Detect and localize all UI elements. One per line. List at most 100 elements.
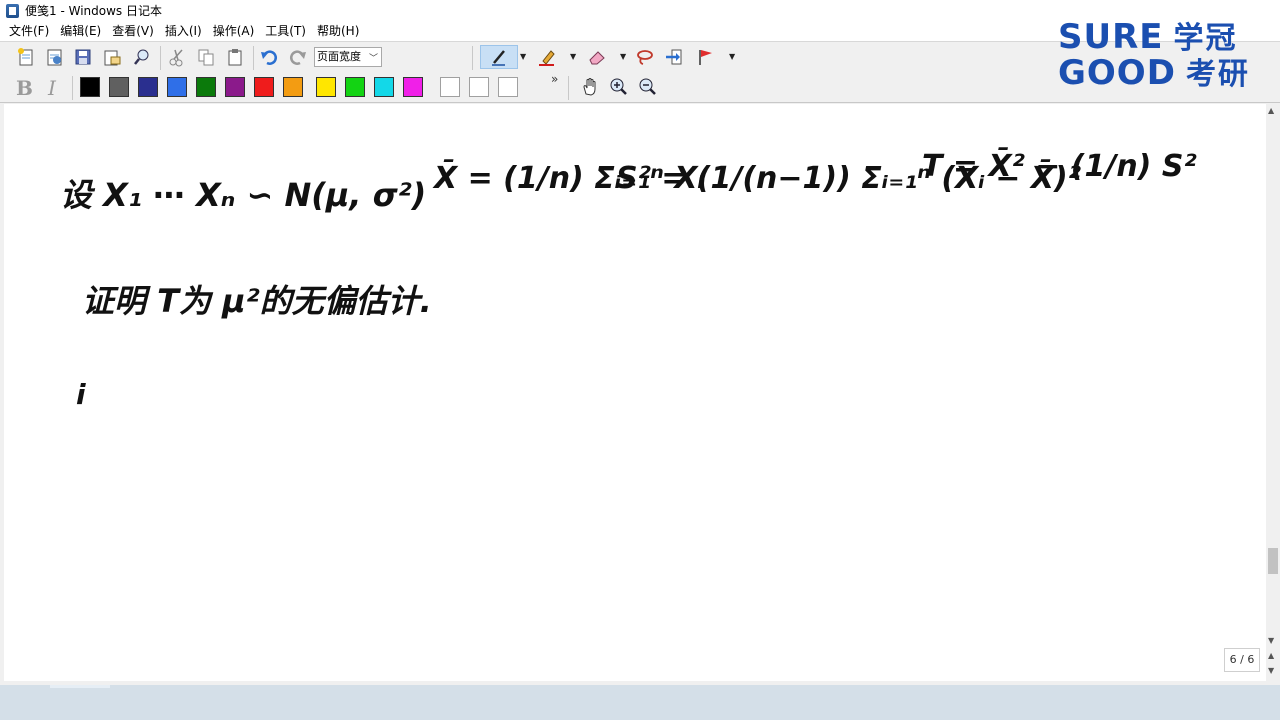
- toolbar-separator: [253, 46, 254, 70]
- email-send-icon: [104, 50, 121, 66]
- color-swatch[interactable]: [254, 77, 274, 97]
- color-swatch[interactable]: [196, 77, 216, 97]
- chevron-down-icon: ﹀: [368, 54, 378, 64]
- logo-text-good: GOOD: [1058, 53, 1176, 93]
- menu-view[interactable]: 查看(V): [107, 21, 160, 41]
- new-note-button[interactable]: [14, 45, 38, 69]
- color-swatch[interactable]: [316, 77, 336, 97]
- journal-app-icon: [6, 3, 19, 18]
- color-swatch[interactable]: [225, 77, 245, 97]
- page-up-arrow-icon[interactable]: ▲: [1268, 651, 1274, 660]
- color-swatch[interactable]: [345, 77, 365, 97]
- logo-text-kaoyan: 考研: [1185, 57, 1250, 92]
- flag-button[interactable]: [694, 45, 718, 69]
- red-flag-icon: [699, 50, 712, 65]
- menu-help[interactable]: 帮助(H): [312, 21, 365, 41]
- color-swatch[interactable]: [283, 77, 303, 97]
- pen-button[interactable]: [480, 45, 518, 69]
- hand-icon: [583, 78, 596, 96]
- menu-tools[interactable]: 工具(T): [260, 21, 312, 41]
- more-overflow-button[interactable]: »: [551, 72, 558, 86]
- send-email-button[interactable]: [100, 45, 124, 69]
- scissors-icon: [169, 49, 183, 67]
- color-swatch[interactable]: [109, 77, 129, 97]
- window-title: 便笺1 - Windows 日记本: [25, 4, 162, 18]
- sure-good-logo: SURE 学冠 GOOD 考研: [1058, 18, 1258, 93]
- highlighter-button[interactable]: [535, 45, 559, 69]
- magnifier-icon: [134, 49, 149, 65]
- empty-color-swatch[interactable]: [440, 77, 460, 97]
- toolbar-separator: [72, 76, 73, 100]
- logo-text-sure: SURE: [1058, 17, 1164, 57]
- menu-actions[interactable]: 操作(A): [208, 21, 261, 41]
- zoom-in-button[interactable]: [606, 75, 630, 99]
- clipboard-icon: [228, 49, 242, 66]
- eraser-icon: [589, 51, 605, 65]
- save-button[interactable]: [71, 45, 95, 69]
- zoom-out-button[interactable]: [635, 75, 659, 99]
- open-button[interactable]: [43, 45, 67, 69]
- empty-color-swatch[interactable]: [469, 77, 489, 97]
- copy-button[interactable]: [194, 45, 218, 69]
- scroll-down-arrow-icon[interactable]: ▼: [1268, 636, 1274, 645]
- color-swatch[interactable]: [138, 77, 158, 97]
- logo-text-xueguan: 学冠: [1173, 21, 1238, 56]
- color-swatch[interactable]: [80, 77, 100, 97]
- scroll-thumb[interactable]: [1268, 548, 1278, 574]
- eraser-dropdown-arrow[interactable]: ▼: [620, 52, 626, 61]
- color-swatch[interactable]: [167, 77, 187, 97]
- floppy-disk-icon: [75, 49, 91, 65]
- insert-space-icon: [666, 49, 682, 65]
- paste-button[interactable]: [223, 45, 247, 69]
- vertical-scrollbar[interactable]: ▲ ▼ ▲ ▼: [1266, 104, 1280, 681]
- find-button[interactable]: [130, 45, 154, 69]
- new-note-icon: [18, 48, 33, 66]
- page-indicator: 6 / 6: [1224, 648, 1260, 672]
- eraser-button[interactable]: [585, 45, 609, 69]
- insert-space-button[interactable]: [662, 45, 686, 69]
- italic-button[interactable]: I: [48, 76, 56, 100]
- page-width-value: 页面宽度: [317, 50, 361, 63]
- undo-button[interactable]: [257, 45, 281, 69]
- bold-button[interactable]: B: [16, 76, 33, 100]
- handwriting-ink-layer: 设 X₁ ⋯ Xₙ ∽ N(μ, σ²) X̄ = (1/n) Σᵢ₌₁ⁿ Xᵢ…: [60, 147, 1197, 411]
- logo-line-1: SURE 学冠: [1058, 20, 1238, 56]
- color-swatch[interactable]: [374, 77, 394, 97]
- copy-icon: [198, 49, 214, 66]
- cut-button[interactable]: [165, 45, 189, 69]
- journal-window: 便笺1 - Windows 日记本 文件(F) 编辑(E) 查看(V) 插入(I…: [0, 0, 1280, 685]
- zoom-in-icon: [610, 78, 627, 95]
- toolbar-separator: [160, 46, 161, 70]
- taskbar-fragment: [50, 685, 110, 688]
- redo-button[interactable]: [286, 45, 310, 69]
- ink-t-formula: T = X̄² − (1/n) S²: [922, 147, 1197, 184]
- menu-insert[interactable]: 插入(I): [160, 21, 208, 41]
- undo-icon: [261, 50, 277, 65]
- ink-line-2: 证明 T为 μ²的无偏估计.: [82, 282, 432, 320]
- pan-hand-button[interactable]: [578, 75, 602, 99]
- ink-line-1: 设 X₁ ⋯ Xₙ ∽ N(μ, σ²): [60, 176, 426, 214]
- pen-icon: [492, 50, 505, 66]
- zoom-out-icon: [639, 78, 656, 95]
- page-width-select[interactable]: 页面宽度 ﹀: [314, 47, 382, 67]
- ink-line-3: i: [76, 378, 86, 411]
- pen-dropdown-arrow[interactable]: ▼: [520, 52, 526, 61]
- page-down-arrow-icon[interactable]: ▼: [1268, 666, 1274, 675]
- menu-edit[interactable]: 编辑(E): [55, 21, 107, 41]
- lasso-select-button[interactable]: [633, 45, 657, 69]
- highlighter-icon: [539, 50, 555, 66]
- redo-icon: [290, 50, 306, 65]
- color-swatch[interactable]: [403, 77, 423, 97]
- toolbar-separator: [568, 76, 569, 100]
- scroll-up-arrow-icon[interactable]: ▲: [1268, 106, 1274, 115]
- lasso-icon: [637, 50, 653, 65]
- logo-line-2: GOOD 考研: [1058, 56, 1250, 92]
- highlighter-dropdown-arrow[interactable]: ▼: [570, 52, 576, 61]
- note-page[interactable]: 设 X₁ ⋯ Xₙ ∽ N(μ, σ²) X̄ = (1/n) Σᵢ₌₁ⁿ Xᵢ…: [4, 104, 1266, 681]
- flag-dropdown-arrow[interactable]: ▼: [729, 52, 735, 61]
- toolbar-separator: [472, 46, 473, 70]
- menu-file[interactable]: 文件(F): [4, 21, 55, 41]
- empty-color-swatch[interactable]: [498, 77, 518, 97]
- desktop-background: [0, 685, 1280, 720]
- open-note-icon: [47, 49, 62, 66]
